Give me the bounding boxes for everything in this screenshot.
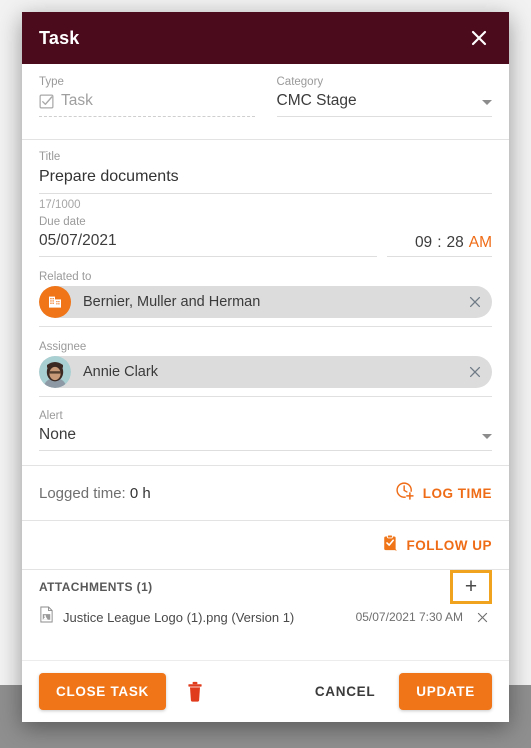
attachment-remove-icon[interactable] [472, 611, 492, 624]
alert-field: Alert None [22, 397, 509, 465]
due-time-minute[interactable]: 28 [447, 234, 464, 252]
logged-time-label: Logged time: 0 h [39, 485, 151, 502]
category-select[interactable]: CMC Stage [276, 90, 492, 117]
chevron-down-icon[interactable] [482, 100, 492, 105]
due-date-field: Due date 05/07/2021 [39, 215, 377, 257]
type-value: Task [61, 92, 93, 109]
cancel-button[interactable]: CANCEL [305, 673, 385, 710]
alert-select[interactable]: None [39, 424, 492, 451]
avatar [39, 356, 71, 388]
related-to-clear-icon[interactable] [462, 289, 488, 315]
logged-time-value: 0 h [129, 484, 151, 502]
due-time-hour[interactable]: 09 [415, 234, 432, 252]
checkbox-checked-icon [39, 94, 54, 109]
category-field: Category CMC Stage [276, 75, 492, 117]
clipboard-check-icon [381, 534, 400, 556]
title-char-counter: 17/1000 [39, 199, 81, 211]
related-to-field: Related to Bernier, Muller and Herman [22, 257, 509, 327]
title-field: Title Prepare documents 17/1000 [22, 140, 509, 214]
due-date-label: Due date [39, 216, 86, 228]
type-field: Type Task [39, 75, 255, 117]
logged-time-row: Logged time: 0 h LOG TIME [22, 466, 509, 520]
dialog-footer: CLOSE TASK CANCEL UPDATE [22, 660, 509, 722]
follow-up-row: FOLLOW UP [22, 521, 509, 569]
update-button[interactable]: UPDATE [399, 673, 492, 710]
title-label: Title [39, 151, 61, 163]
due-date-input[interactable]: 05/07/2021 [39, 230, 377, 257]
dialog-header: Task [22, 12, 509, 64]
assignee-label: Assignee [39, 341, 87, 353]
assignee-clear-icon[interactable] [462, 359, 488, 385]
log-time-button[interactable]: LOG TIME [395, 481, 492, 505]
category-label: Category [276, 76, 324, 88]
due-time-input[interactable]: 09 : 28 AM [387, 234, 492, 257]
assignee-field: Assignee Annie Clark [22, 327, 509, 397]
close-icon[interactable] [465, 24, 493, 52]
trash-icon[interactable] [180, 677, 210, 707]
add-attachment-button[interactable]: + [450, 570, 492, 604]
company-building-icon [39, 286, 71, 318]
type-category-row: Type Task Category CMC Stage [22, 64, 509, 117]
close-task-button[interactable]: CLOSE TASK [39, 673, 167, 710]
related-to-label: Related to [39, 271, 92, 283]
dialog-title: Task [39, 27, 80, 48]
due-time-separator: : [437, 234, 442, 251]
follow-up-button[interactable]: FOLLOW UP [381, 534, 493, 556]
type-label: Type [39, 76, 64, 88]
attachments-heading: ATTACHMENTS (1) [39, 580, 153, 594]
chevron-down-icon[interactable] [482, 434, 492, 439]
attachment-date: 05/07/2021 7:30 AM [355, 610, 463, 624]
attachment-row: Justice League Logo (1).png (Version 1) … [22, 604, 509, 630]
bg-strip-top [0, 0, 531, 8]
image-file-icon [39, 606, 54, 628]
clock-plus-icon [395, 481, 416, 505]
due-date-row: Due date 05/07/2021 09 : 28 AM [22, 214, 509, 257]
dialog-body: Type Task Category CMC Stage Title Prepa… [22, 64, 509, 660]
follow-up-label: FOLLOW UP [406, 537, 492, 553]
attachments-header: ATTACHMENTS (1) + [22, 570, 509, 604]
due-time-meridiem[interactable]: AM [469, 234, 492, 252]
title-input[interactable]: Prepare documents [39, 165, 492, 194]
attachment-name[interactable]: Justice League Logo (1).png (Version 1) [63, 610, 347, 625]
task-dialog: Task Type Task Category CMC Stage Title … [22, 12, 509, 722]
log-time-label: LOG TIME [422, 485, 492, 501]
category-value: CMC Stage [276, 92, 357, 109]
alert-label: Alert [39, 410, 63, 422]
type-input: Task [39, 90, 255, 117]
logged-time-text: Logged time: [39, 484, 126, 502]
related-to-chip[interactable]: Bernier, Muller and Herman [39, 286, 492, 318]
assignee-chip[interactable]: Annie Clark [39, 356, 492, 388]
assignee-value: Annie Clark [83, 364, 158, 380]
related-to-value: Bernier, Muller and Herman [83, 294, 261, 310]
alert-value: None [39, 426, 77, 443]
